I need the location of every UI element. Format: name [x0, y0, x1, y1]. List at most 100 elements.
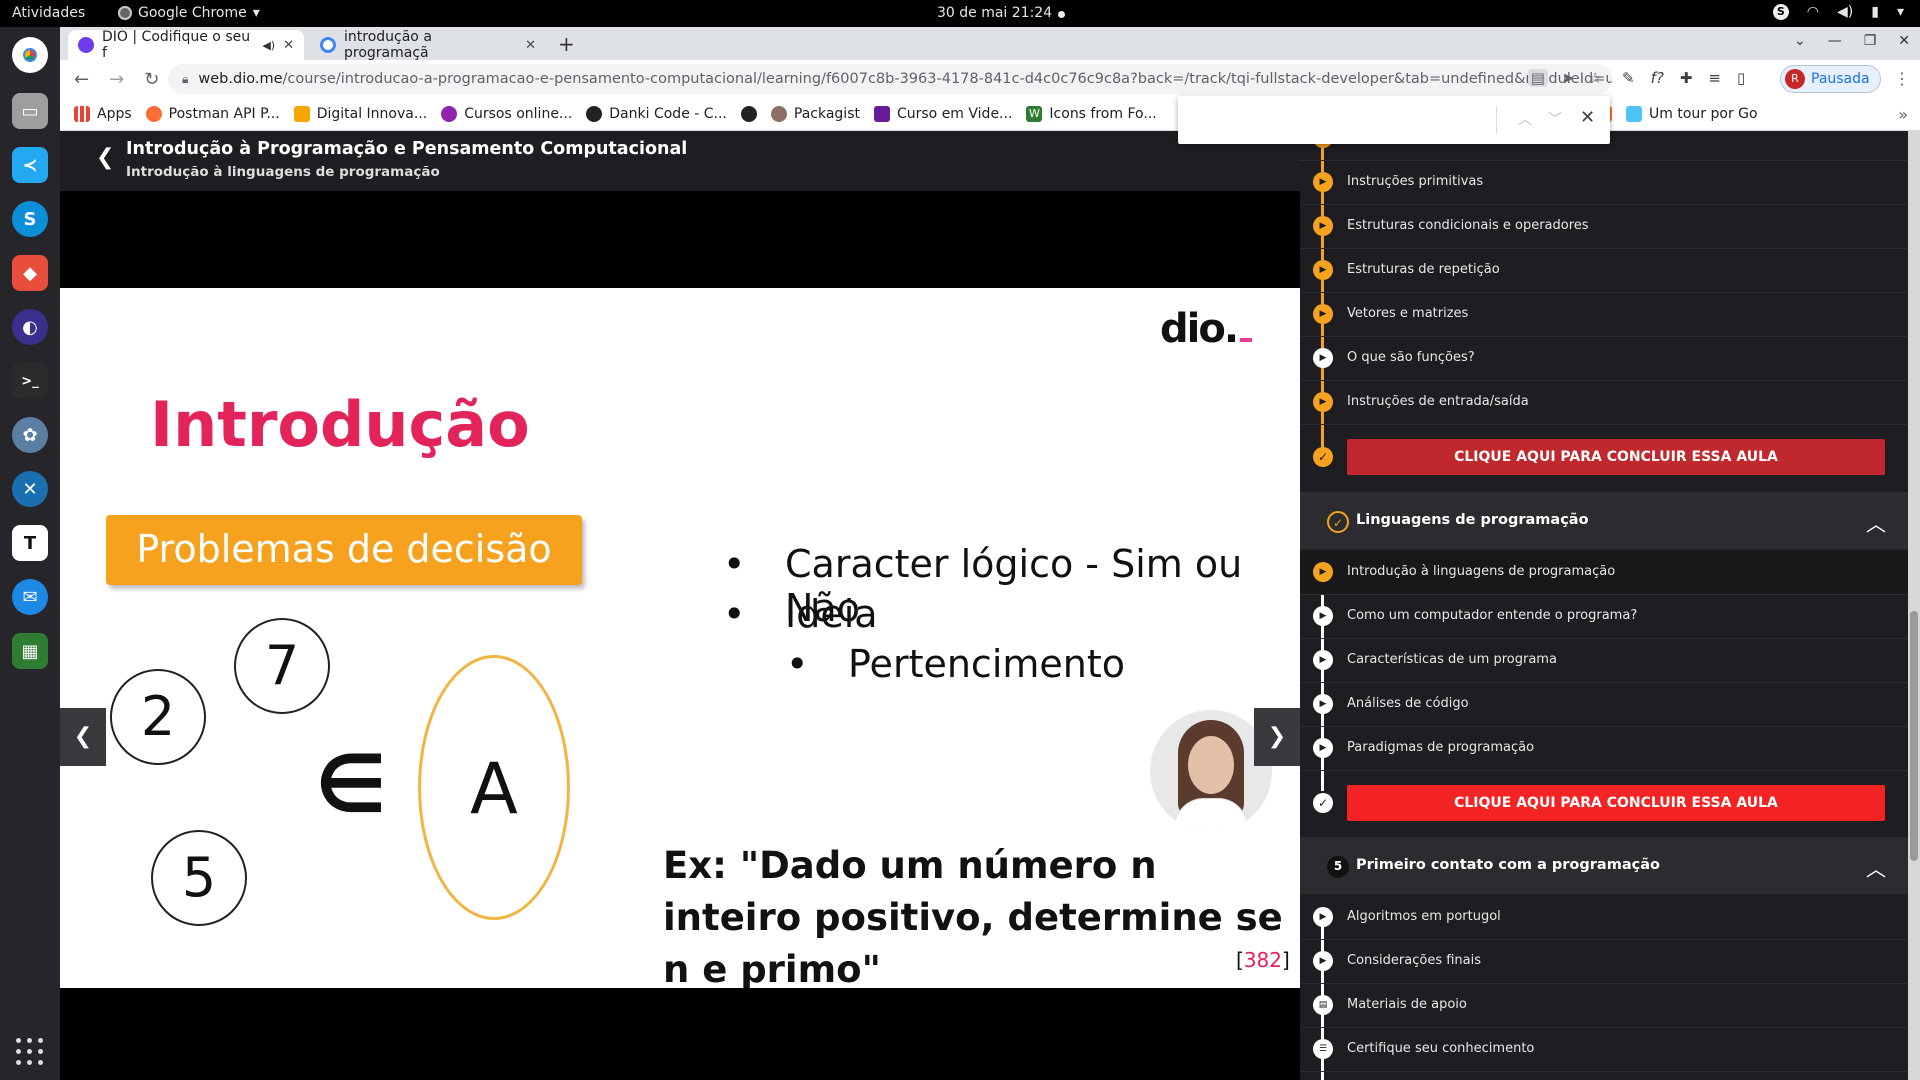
- bookmark-tour[interactable]: Um tour por Go: [1626, 106, 1758, 122]
- lesson-item[interactable]: ▤ Materiais de apoio: [1300, 984, 1908, 1028]
- back-chevron-icon[interactable]: ❮: [96, 145, 114, 170]
- skype-dock-icon[interactable]: S: [12, 201, 48, 237]
- address-bar[interactable]: 🔒︎ web.dio.me/course/introducao-a-progra…: [168, 64, 1612, 94]
- reader-icon[interactable]: ▤: [1527, 69, 1548, 87]
- forward-icon[interactable]: →: [109, 69, 124, 90]
- restore-icon[interactable]: ❐: [1864, 33, 1877, 49]
- close-tab-icon[interactable]: ✕: [283, 38, 294, 53]
- slide-title: Introdução: [150, 388, 530, 461]
- tour-icon: [1626, 106, 1643, 122]
- chrome-dock-icon[interactable]: [12, 37, 48, 73]
- side-panel-icon[interactable]: ▯: [1737, 69, 1745, 87]
- tool-dock-icon[interactable]: ✕: [12, 471, 48, 507]
- queue-icon[interactable]: ≡: [1708, 69, 1721, 87]
- reload-icon[interactable]: ↻: [144, 69, 159, 90]
- find-input[interactable]: [1190, 106, 1486, 134]
- lesson-item[interactable]: ▶ Estruturas condicionais e operadores: [1300, 205, 1908, 249]
- eclipse-dock-icon[interactable]: ◐: [12, 309, 48, 345]
- notification-dot: [1058, 11, 1065, 18]
- lesson-item[interactable]: ▶ Considerações finais: [1300, 940, 1908, 984]
- play-icon: ▶: [1313, 650, 1333, 670]
- bookmark-label: Cursos online...: [464, 106, 573, 122]
- video-slide[interactable]: dio. Introdução Problemas de decisão 7 2…: [60, 288, 1300, 988]
- send-icon[interactable]: ➤: [1562, 69, 1575, 87]
- vscode-dock-icon[interactable]: ≺: [12, 147, 48, 183]
- lesson-item[interactable]: ▶ Características de um programa: [1300, 639, 1908, 683]
- lock-icon[interactable]: 🔒︎: [182, 72, 188, 87]
- module-header-primeiro-contato[interactable]: 5 Primeiro contato com a programação ︿: [1300, 837, 1908, 895]
- files-dock-icon[interactable]: ▭: [12, 93, 48, 129]
- lesson-item[interactable]: ▶ O que são funções?: [1300, 337, 1908, 381]
- settings-dock-icon[interactable]: ✿: [12, 417, 48, 453]
- circle-number: 5: [151, 830, 247, 926]
- activities-button[interactable]: Atividades: [12, 5, 85, 21]
- find-next-icon[interactable]: ﹀: [1548, 109, 1562, 129]
- bookmark-postman[interactable]: Postman API P...: [145, 106, 280, 122]
- bookmark-danki[interactable]: Danki Code - C...: [586, 106, 727, 122]
- play-icon: ▶: [1313, 606, 1333, 626]
- fonts-icon[interactable]: f?: [1651, 69, 1664, 87]
- lesson-item[interactable]: ▶ Instruções de entrada/saída: [1300, 381, 1908, 425]
- spreadsheet-dock-icon[interactable]: ▦: [12, 633, 48, 669]
- play-icon: ▶: [1313, 951, 1333, 971]
- lesson-label: Como um computador entende o programa?: [1347, 608, 1638, 623]
- chrome-menu-icon[interactable]: ⋮: [1894, 69, 1910, 88]
- lesson-item[interactable]: ▶ Paradigmas de programação: [1300, 727, 1908, 771]
- back-icon[interactable]: ←: [74, 69, 89, 90]
- clock[interactable]: 30 de mai 21:24: [937, 5, 1052, 21]
- lesson-item[interactable]: ▶ Análises de código: [1300, 683, 1908, 727]
- thunderbird-dock-icon[interactable]: ✉: [12, 579, 48, 615]
- lesson-item[interactable]: ▶ Algoritmos em portugol: [1300, 896, 1908, 940]
- close-window-icon[interactable]: ✕: [1898, 33, 1910, 49]
- audio-playing-icon[interactable]: ◀): [262, 39, 275, 52]
- show-apps-icon[interactable]: [16, 1038, 44, 1066]
- lesson-item[interactable]: ▶ Como um computador entende o programa?: [1300, 595, 1908, 639]
- more-bookmarks-icon[interactable]: »: [1898, 105, 1908, 124]
- minimize-icon[interactable]: —: [1828, 33, 1842, 49]
- find-close-icon[interactable]: ✕: [1580, 107, 1595, 128]
- tab-search-icon[interactable]: ⌄: [1794, 33, 1806, 49]
- bookmark-dio[interactable]: Digital Innova...: [293, 106, 427, 122]
- module-header-linguagens[interactable]: ✓ Linguagens de programação ︿: [1300, 492, 1908, 550]
- bookmark-cursoemvideo[interactable]: Curso em Vide...: [873, 106, 1012, 122]
- tab-dio[interactable]: DIO | Codifique o seu f ◀) ✕: [68, 29, 304, 61]
- bookmark-icons[interactable]: W Icons from Fo...: [1026, 106, 1157, 122]
- bookmark-star-icon[interactable]: ☆: [1589, 69, 1602, 87]
- play-icon: ▶: [1313, 738, 1333, 758]
- bookmark-cursos[interactable]: Cursos online...: [441, 106, 572, 122]
- bookmark-label: Packagist: [793, 106, 860, 122]
- tab-google[interactable]: introdução a programaçã ✕: [310, 29, 546, 61]
- lesson-item[interactable]: ▶ Instruções primitivas: [1300, 161, 1908, 205]
- complete-lesson-button[interactable]: CLIQUE AQUI PARA CONCLUIR ESSA AULA: [1347, 439, 1885, 475]
- sidebar-scrollbar[interactable]: [1908, 131, 1920, 1080]
- bookmark-github[interactable]: [740, 106, 757, 122]
- next-slide-chevron-icon[interactable]: ❯: [1254, 708, 1300, 766]
- video-icon: [873, 106, 890, 122]
- anydesk-dock-icon[interactable]: ◆: [12, 255, 48, 291]
- previous-slide-chevron-icon[interactable]: ❮: [60, 708, 106, 766]
- close-tab-icon[interactable]: ✕: [525, 38, 536, 53]
- scrollbar-thumb[interactable]: [1910, 611, 1918, 861]
- profile-button[interactable]: R Pausada: [1780, 65, 1881, 93]
- play-icon: ▶: [1313, 907, 1333, 927]
- bookmark-packagist[interactable]: Packagist: [770, 106, 860, 122]
- terminal-dock-icon[interactable]: >_: [12, 363, 48, 399]
- eyedropper-icon[interactable]: ✎: [1622, 69, 1635, 87]
- complete-lesson-button[interactable]: CLIQUE AQUI PARA CONCLUIR ESSA AULA: [1347, 785, 1885, 821]
- chevron-up-icon[interactable]: ︿: [1866, 508, 1886, 537]
- system-tray[interactable]: S ◠ ◀) ▮ ▾: [1772, 4, 1904, 20]
- extensions-puzzle-icon[interactable]: ✚: [1680, 69, 1693, 87]
- typora-dock-icon[interactable]: T: [12, 525, 48, 561]
- new-tab-icon[interactable]: +: [558, 32, 575, 56]
- find-previous-icon[interactable]: ︿: [1518, 109, 1532, 129]
- caret-down-icon: ▾: [252, 5, 260, 21]
- lesson-item-current[interactable]: ▶ Introdução à linguagens de programação: [1300, 551, 1908, 595]
- lesson-item[interactable]: ▶ Vetores e matrizes: [1300, 293, 1908, 337]
- lesson-item[interactable]: ☰ Certifique seu conhecimento: [1300, 1028, 1908, 1072]
- chevron-up-icon[interactable]: ︿: [1866, 853, 1886, 882]
- bookmark-apps[interactable]: Apps: [74, 106, 132, 122]
- lesson-item[interactable]: ▶ Estruturas de repetição: [1300, 249, 1908, 293]
- app-menu[interactable]: Google Chrome ▾: [118, 5, 260, 21]
- circle-number: 7: [234, 618, 330, 714]
- skype-tray-icon[interactable]: S: [1772, 4, 1789, 20]
